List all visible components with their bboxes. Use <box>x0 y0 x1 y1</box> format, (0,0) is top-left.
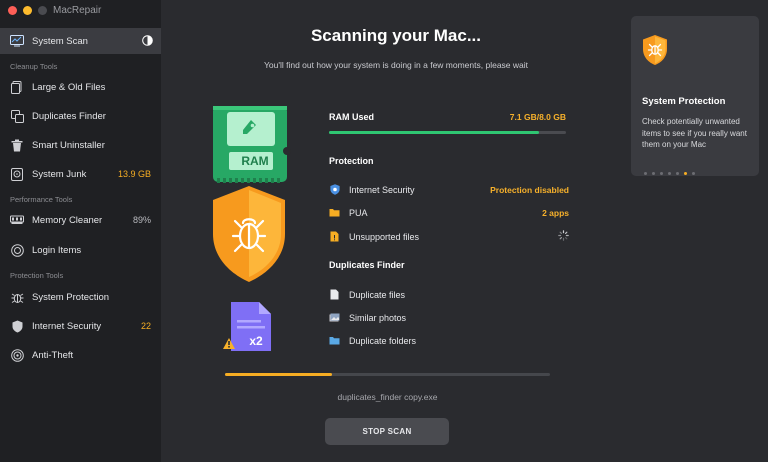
sidebar-item-smart-uninstaller[interactable]: Smart Uninstaller <box>0 132 161 158</box>
carousel-dots <box>644 172 695 175</box>
minimize-window-button[interactable] <box>23 6 32 15</box>
photos-icon <box>329 312 340 323</box>
sidebar-item-label: System Junk <box>32 168 87 180</box>
radar-icon <box>10 348 24 362</box>
window-controls <box>8 6 47 15</box>
scan-illustration: RAM x2 <box>209 106 295 366</box>
info-card-title: System Protection <box>642 96 726 107</box>
ram-used-value: 7.1 GB/8.0 GB <box>509 112 566 122</box>
duplicates-item-files[interactable]: Duplicate files <box>329 289 569 300</box>
carousel-dot[interactable] <box>644 172 647 175</box>
ram-label: RAM <box>241 154 269 168</box>
page-subtitle: You'll find out how your system is doing… <box>264 60 528 70</box>
duplicates-heading: Duplicates Finder <box>329 260 405 270</box>
protection-item-unsupported-files[interactable]: Unsupported files <box>329 230 569 243</box>
sidebar-item-label: Duplicates Finder <box>32 110 106 122</box>
folder-icon <box>329 335 340 346</box>
zoom-window-button[interactable] <box>38 6 47 15</box>
carousel-dot[interactable] <box>692 172 695 175</box>
duplicates-item-photos[interactable]: Similar photos <box>329 312 569 323</box>
section-label-protection: Protection Tools <box>10 271 64 280</box>
scan-progress-bar <box>225 373 550 376</box>
sidebar-item-login-items[interactable]: Login Items <box>0 237 161 263</box>
sidebar-item-label: Smart Uninstaller <box>32 139 105 151</box>
section-label-performance: Performance Tools <box>10 195 73 204</box>
sidebar-item-label: Memory Cleaner <box>32 214 103 226</box>
monitor-icon <box>10 34 24 48</box>
protection-item-label: PUA <box>349 207 368 218</box>
page-title: Scanning your Mac... <box>310 26 482 45</box>
scan-progress-icon <box>142 34 153 48</box>
memory-chip-icon <box>10 213 24 227</box>
sidebar: MacRepair System Scan Cleanup Tools Larg… <box>0 0 161 462</box>
file-stack-icon <box>10 80 24 94</box>
sidebar-item-label: Login Items <box>32 244 82 256</box>
power-icon <box>10 243 24 257</box>
duplicate-count-label: x2 <box>249 334 263 348</box>
sidebar-item-memory-cleaner[interactable]: Memory Cleaner 89% <box>0 207 161 233</box>
ram-usage-fill <box>329 131 540 134</box>
app-title: MacRepair <box>53 5 102 16</box>
carousel-dot[interactable] <box>668 172 671 175</box>
sidebar-item-label: System Protection <box>32 291 110 303</box>
duplicates-item-label: Similar photos <box>349 312 407 323</box>
ram-usage-bar <box>329 131 566 134</box>
section-label-cleanup: Cleanup Tools <box>10 62 58 71</box>
bug-icon <box>10 290 24 304</box>
trash-icon <box>10 138 24 152</box>
sidebar-item-system-protection[interactable]: System Protection <box>0 284 161 310</box>
sidebar-item-label: Anti-Theft <box>32 349 74 361</box>
sidebar-item-label: System Scan <box>32 35 88 47</box>
scan-progress-fill <box>225 373 333 376</box>
duplicates-item-label: Duplicate files <box>349 289 406 300</box>
warning-file-icon <box>329 231 340 242</box>
disk-icon <box>10 167 24 181</box>
file-icon <box>329 289 340 300</box>
protection-item-pua[interactable]: PUA 2 apps <box>329 207 569 218</box>
duplicate-icon <box>10 109 24 123</box>
info-card: System Protection Check potentially unwa… <box>631 16 759 176</box>
carousel-dot[interactable] <box>684 172 687 175</box>
sidebar-item-label: Internet Security <box>32 320 102 332</box>
system-junk-size: 13.9 GB <box>117 169 151 179</box>
duplicates-item-folders[interactable]: Duplicate folders <box>329 335 569 346</box>
sidebar-item-duplicates-finder[interactable]: Duplicates Finder <box>0 103 161 129</box>
ram-used-label: RAM Used <box>329 112 375 122</box>
folder-icon <box>329 207 340 218</box>
shield-icon <box>10 319 24 333</box>
ram-row: RAM Used 7.1 GB/8.0 GB <box>329 112 569 122</box>
carousel-dot[interactable] <box>652 172 655 175</box>
protection-item-internet-security[interactable]: Internet Security Protection disabled <box>329 184 569 195</box>
protection-heading-row: Protection <box>329 156 569 166</box>
sidebar-item-system-scan[interactable]: System Scan <box>0 28 161 54</box>
protection-item-label: Internet Security <box>349 184 415 195</box>
stop-scan-button[interactable]: STOP SCAN <box>325 418 449 445</box>
info-card-text: Check potentially unwanted items to see … <box>642 117 747 149</box>
internet-security-count: 22 <box>140 321 151 331</box>
sidebar-item-system-junk[interactable]: System Junk 13.9 GB <box>0 161 161 187</box>
duplicates-heading-row: Duplicates Finder <box>329 260 569 270</box>
protection-item-label: Unsupported files <box>349 231 420 242</box>
duplicates-item-label: Duplicate folders <box>349 335 417 346</box>
shield-bug-icon <box>643 35 667 65</box>
protection-item-status: Protection disabled <box>490 184 569 195</box>
shield-icon <box>329 184 340 195</box>
sidebar-item-internet-security[interactable]: Internet Security 22 <box>0 313 161 339</box>
protection-item-status: 2 apps <box>542 207 569 218</box>
protection-heading: Protection <box>329 156 374 166</box>
sidebar-item-anti-theft[interactable]: Anti-Theft <box>0 342 161 368</box>
memory-usage-value: 89% <box>132 215 151 225</box>
carousel-dot[interactable] <box>676 172 679 175</box>
app-window: MacRepair System Scan Cleanup Tools Larg… <box>0 0 768 462</box>
current-scan-file: duplicates_finder copy.exe <box>337 392 438 402</box>
ram-shield-illustration <box>213 106 291 351</box>
sidebar-item-large-old-files[interactable]: Large & Old Files <box>0 74 161 100</box>
sidebar-item-label: Large & Old Files <box>32 81 106 93</box>
loading-spinner-icon <box>558 230 569 243</box>
carousel-dot[interactable] <box>660 172 663 175</box>
close-window-button[interactable] <box>8 6 17 15</box>
